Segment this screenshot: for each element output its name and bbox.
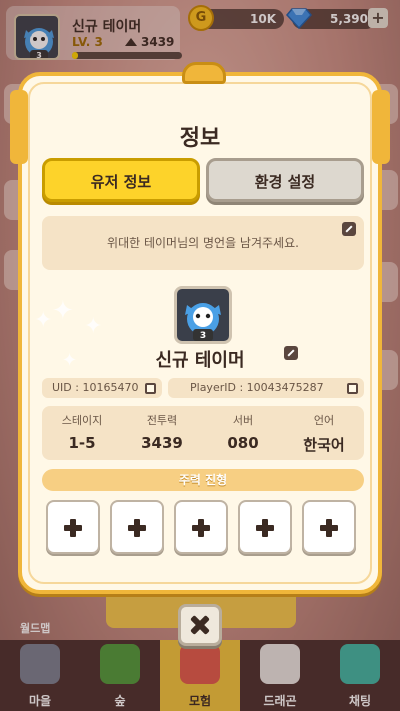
uid-box: UID : 10165470 (42, 378, 162, 398)
stat-value: 3439 (141, 434, 183, 452)
uid-text: UID : 10165470 (52, 381, 139, 394)
plus-icon-vertical (70, 519, 76, 537)
sparkle-icon: ✦ (52, 296, 74, 326)
plus-icon-vertical (326, 519, 332, 537)
stat-label: 스테이지 (61, 414, 103, 427)
formation-slot-4[interactable] (238, 500, 292, 554)
stats-box: 스테이지 1-5 전투력 3439 서버 080 언어 한국어 (42, 406, 364, 460)
tab-settings[interactable]: 환경 설정 (206, 158, 364, 202)
stat-label: 언어 (313, 414, 335, 427)
portrait-badge: 3 (200, 331, 206, 341)
stat-power: 전투력 3439 (122, 406, 202, 452)
stat-value: 080 (227, 434, 259, 452)
sparkle-icon: ✦ (62, 350, 78, 371)
formation-slot-5[interactable] (302, 500, 356, 554)
stat-stage: 스테이지 1-5 (42, 406, 122, 452)
sparkle-icon: ✦ (34, 308, 53, 333)
player-id-box: PlayerID : 10043475287 (168, 378, 364, 398)
close-button[interactable] (178, 604, 222, 646)
stat-value: 1-5 (68, 434, 96, 452)
modal-title: 정보 (179, 126, 221, 151)
stat-server: 서버 080 (203, 406, 283, 452)
nickname-text: 신규 테이머 (155, 350, 245, 371)
motto-box[interactable]: 위대한 테이머님의 명언을 남겨주세요. (42, 216, 364, 270)
plus-icon-vertical (198, 519, 204, 537)
copy-player-id-icon[interactable] (347, 383, 358, 394)
edit-nickname-icon[interactable] (284, 346, 298, 360)
player-id-text: PlayerID : 10043475287 (190, 381, 324, 394)
edit-motto-icon[interactable] (342, 222, 356, 236)
stat-label: 전투력 (146, 414, 178, 427)
copy-uid-icon[interactable] (145, 383, 156, 394)
motto-text: 위대한 테이머님의 명언을 남겨주세요. (107, 236, 299, 250)
character-portrait-icon: 3 (185, 303, 221, 341)
stat-value: 한국어 (303, 436, 345, 454)
formation-slot-2[interactable] (110, 500, 164, 554)
info-modal: 정보 유저 정보 환경 설정 위대한 테이머님의 명언을 남겨주세요. 3 신규… (10, 62, 390, 594)
sparkle-icon: ✦ (84, 314, 103, 339)
profile-avatar[interactable]: 3 (174, 286, 232, 344)
tab-user-info[interactable]: 유저 정보 (42, 158, 200, 202)
stat-label: 서버 (232, 414, 254, 427)
stat-language: 언어 한국어 (284, 406, 364, 455)
formation-title: 주력 진형 (42, 469, 364, 491)
plus-icon-vertical (134, 519, 140, 537)
plus-icon-vertical (262, 519, 268, 537)
formation-slot-1[interactable] (46, 500, 100, 554)
modal-crest-ornament (182, 62, 226, 84)
formation-slot-3[interactable] (174, 500, 228, 554)
